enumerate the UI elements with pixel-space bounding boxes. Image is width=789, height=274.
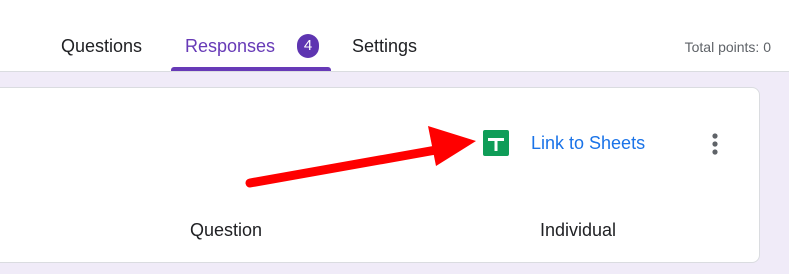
sheets-icon[interactable]	[483, 130, 509, 156]
link-to-sheets-button[interactable]: Link to Sheets	[531, 132, 645, 154]
tab-settings[interactable]: Settings	[352, 34, 417, 58]
responses-card	[0, 87, 760, 263]
total-points-label: Total points: 0	[684, 39, 771, 55]
responses-count-badge: 4	[297, 34, 319, 58]
tab-responses[interactable]: Responses	[185, 34, 275, 58]
active-tab-indicator	[171, 67, 331, 71]
tab-questions[interactable]: Questions	[61, 34, 142, 58]
subtab-question[interactable]: Question	[190, 219, 262, 241]
top-bar: Questions Responses 4 Settings Total poi…	[0, 0, 789, 72]
more-vert-icon[interactable]	[703, 128, 727, 160]
subtab-individual[interactable]: Individual	[540, 219, 616, 241]
